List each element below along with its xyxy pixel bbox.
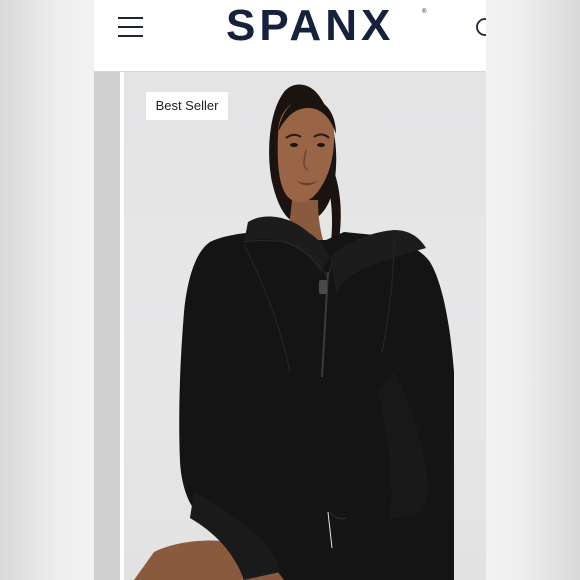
model-photo (134, 84, 454, 580)
menu-button[interactable] (116, 15, 146, 39)
site-header: SPANX ® (94, 0, 486, 72)
search-icon (476, 18, 486, 36)
best-seller-badge: Best Seller (146, 92, 228, 120)
product-image[interactable]: Best Seller (94, 72, 486, 580)
search-button[interactable] (475, 17, 486, 39)
hamburger-menu-icon-middle (118, 26, 143, 28)
registered-mark: ® (422, 9, 427, 15)
hamburger-menu-icon-bottom (118, 35, 143, 37)
phone-screen: SPANX ® Best Seller (94, 0, 486, 580)
brand-logo[interactable]: SPANX (226, 2, 430, 50)
hamburger-menu-icon (118, 17, 143, 19)
